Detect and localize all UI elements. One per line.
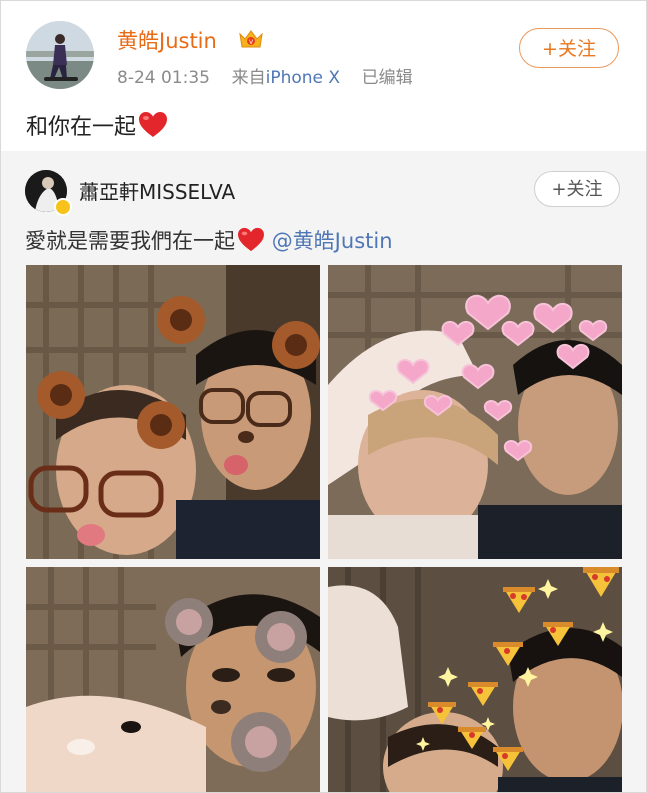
photo-3[interactable]	[26, 567, 320, 792]
post-meta: 8-24 01:35 来自iPhone X 已编辑	[117, 63, 413, 88]
post-text-content: 和你在一起	[26, 115, 137, 140]
weibo-post-card: 黄皓Justin V 8-24 01:35 来自iPhone X 已编辑 +关注…	[0, 0, 647, 793]
post-time: 8-24 01:35	[117, 68, 210, 88]
photo-1[interactable]	[26, 265, 320, 559]
red-heart-icon	[139, 112, 168, 137]
author-avatar[interactable]	[26, 21, 94, 89]
mention-link[interactable]: @黄皓Justin	[272, 229, 393, 253]
source-prefix: 来自	[231, 68, 266, 88]
post-text: 和你在一起	[26, 109, 168, 141]
repost-text-content: 愛就是需要我們在一起	[25, 229, 235, 253]
repost-container[interactable]: 蕭亞軒MISSELVA +关注 愛就是需要我們在一起 @黄皓Justin	[1, 151, 646, 792]
edited-label: 已编辑	[361, 68, 413, 88]
post-source[interactable]: iPhone X	[266, 68, 340, 88]
repost-author-name[interactable]: 蕭亞軒MISSELVA	[79, 176, 235, 205]
red-heart-icon	[238, 227, 264, 252]
follow-button[interactable]: +关注	[519, 28, 619, 68]
repost-follow-button[interactable]: +关注	[534, 171, 620, 207]
vip-crown-icon: V	[239, 30, 263, 48]
repost-text: 愛就是需要我們在一起 @黄皓Justin	[25, 225, 393, 255]
photo-4[interactable]	[328, 567, 622, 792]
verified-badge-icon	[54, 198, 72, 216]
author-name[interactable]: 黄皓Justin	[117, 25, 217, 55]
photo-2[interactable]	[328, 265, 622, 559]
